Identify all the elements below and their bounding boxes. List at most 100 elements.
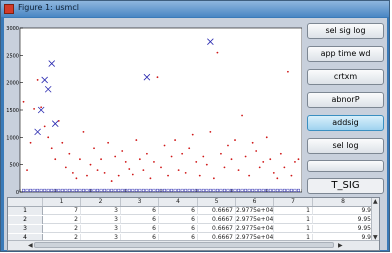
data-point [36, 79, 39, 81]
table-cell[interactable]: 6 [121, 225, 159, 233]
column-header[interactable]: 5 [198, 198, 236, 206]
table-cell[interactable]: 2 [43, 225, 81, 233]
table-row[interactable]: 1 7 3 6 6 0.6667 2.9775e+04 1 9.9 [8, 207, 379, 215]
data-point [177, 169, 180, 172]
figure-client-area: 0500100015002000250030000102030405060708… [4, 18, 387, 251]
table-cell[interactable]: 6 [159, 216, 198, 224]
abnorp-button[interactable]: abnorP [307, 92, 384, 108]
data-point [22, 100, 25, 103]
table-cell[interactable]: 9.95 [313, 216, 374, 224]
data-point [110, 180, 113, 182]
table-cell[interactable]: 6 [159, 225, 198, 233]
column-header[interactable]: 7 [274, 198, 313, 206]
data-point [54, 158, 57, 161]
window-title: Figure 1: usmcl [18, 3, 79, 12]
table-cell[interactable]: 7 [43, 207, 81, 215]
row-header[interactable]: 1 [8, 207, 43, 215]
table-cell[interactable]: 2.9775e+04 [236, 225, 274, 233]
table-cell[interactable]: 1 [274, 216, 313, 224]
data-point [248, 174, 251, 177]
y-tick-label: 2500 [6, 53, 19, 59]
title-bar[interactable]: Figure 1: usmcl [1, 1, 389, 17]
data-point [297, 158, 300, 161]
table-header: 12345678 [8, 198, 379, 207]
data-point [26, 169, 28, 172]
y-tick-label: 500 [9, 163, 19, 169]
data-point [181, 152, 184, 155]
sel-log-button[interactable]: sel log [307, 138, 384, 154]
data-point [287, 70, 289, 73]
table-cell[interactable]: 0.6667 [198, 216, 236, 224]
data-point [227, 144, 229, 147]
table-cell[interactable]: 6 [121, 207, 159, 215]
table-cell[interactable]: 2.9775e+04 [236, 216, 274, 224]
table-cell[interactable]: 2.9775e+04 [236, 207, 274, 215]
data-point [188, 147, 191, 150]
data-point [294, 161, 296, 163]
scroll-right-arrow-icon[interactable]: ▶ [338, 242, 343, 249]
data-point [184, 171, 187, 174]
data-point [255, 150, 258, 152]
data-point [283, 166, 286, 169]
data-point [241, 114, 243, 117]
matlab-figure-icon [4, 4, 14, 14]
vertical-scrollbar[interactable]: ▲ ▼ [371, 198, 379, 242]
data-point [290, 174, 293, 177]
table-cell[interactable]: 9.9 [313, 207, 374, 215]
data-point [153, 161, 155, 163]
row-header[interactable]: 3 [8, 225, 43, 233]
table-cell[interactable]: 2 [43, 216, 81, 224]
data-point [212, 177, 215, 180]
table-cell[interactable]: 1 [274, 225, 313, 233]
table-cell[interactable]: 3 [81, 207, 121, 215]
table-cell[interactable]: 3 [81, 225, 121, 233]
data-table[interactable]: 12345678 1 7 3 6 6 0.6667 2.9775e+04 1 9.9 2 2 3 6 6 0… [7, 197, 380, 251]
data-point [216, 51, 219, 54]
empty-field[interactable] [307, 160, 384, 172]
data-point [131, 173, 134, 176]
table-cell[interactable]: 9.95 [313, 225, 374, 233]
data-point [269, 158, 272, 161]
data-point [75, 177, 78, 180]
column-header[interactable]: 2 [81, 198, 121, 206]
table-cell[interactable]: 3 [81, 216, 121, 224]
data-point [237, 169, 240, 172]
data-point [272, 171, 275, 174]
y-tick-label: 1500 [6, 108, 19, 114]
crtxm-button[interactable]: crtxm [307, 69, 384, 85]
row-header[interactable]: 2 [8, 216, 43, 224]
data-point [121, 150, 124, 152]
table-row[interactable]: 3 2 3 6 6 0.6667 2.9775e+04 1 9.95 [8, 225, 379, 233]
column-header[interactable]: 3 [121, 198, 159, 206]
column-header[interactable]: 6 [236, 198, 274, 206]
data-point [167, 174, 169, 177]
sig-label-field[interactable]: T_SIG [307, 178, 384, 194]
sel-sig-log-button[interactable]: sel sig log [307, 23, 384, 39]
data-point [223, 166, 226, 169]
data-point [138, 158, 141, 161]
data-point [135, 139, 138, 141]
scroll-left-arrow-icon[interactable]: ◀ [28, 242, 33, 249]
table-cell[interactable]: 6 [159, 207, 198, 215]
scroll-up-arrow-icon[interactable]: ▲ [373, 198, 378, 205]
table-cell[interactable]: 0.6667 [198, 225, 236, 233]
scatter-plot[interactable]: 0500100015002000250030000102030405060708… [6, 20, 302, 194]
y-tick-label: 1000 [6, 135, 19, 141]
column-header[interactable]: 8 [313, 198, 374, 206]
table-row[interactable]: 2 2 3 6 6 0.6667 2.9775e+04 1 9.95 [8, 216, 379, 224]
app-time-wd-button[interactable]: app time wd [307, 46, 384, 62]
y-tick-label: 3000 [6, 26, 19, 32]
horizontal-scrollbar[interactable]: ◀ ▶ [8, 240, 379, 250]
scrollbar-thumb[interactable] [34, 242, 334, 248]
table-cell[interactable]: 1 [274, 207, 313, 215]
data-point [198, 174, 201, 177]
data-point [71, 171, 74, 174]
data-point [205, 163, 208, 166]
column-header[interactable]: 1 [43, 198, 81, 206]
column-header[interactable]: 4 [159, 198, 198, 206]
data-point [47, 136, 50, 139]
table-cell[interactable]: 6 [121, 216, 159, 224]
table-cell[interactable]: 0.6667 [198, 207, 236, 215]
addsig-button[interactable]: addsig [307, 115, 384, 131]
data-point [86, 174, 88, 177]
